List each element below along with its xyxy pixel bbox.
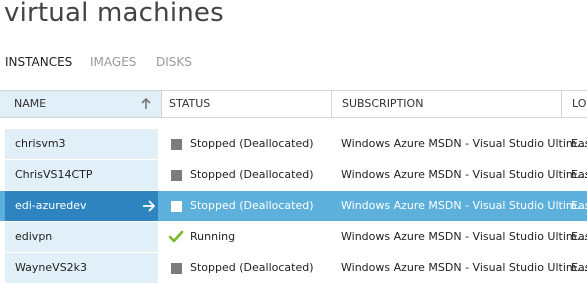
table-row[interactable]: chrisvm3 Stopped (Deallocated) Windows A… xyxy=(0,129,587,159)
vm-name: WayneVS2k3 xyxy=(5,253,158,283)
running-check-icon xyxy=(168,230,184,243)
tab-instances[interactable]: INSTANCES xyxy=(5,55,72,69)
vm-location: Eas xyxy=(571,137,587,150)
table-row[interactable]: WayneVS2k3 Stopped (Deallocated) Windows… xyxy=(0,253,587,283)
sort-ascending-icon[interactable] xyxy=(140,98,152,110)
vm-subscription: Windows Azure MSDN - Visual Studio Ultim… xyxy=(341,261,587,274)
stopped-square-icon xyxy=(171,263,182,274)
vm-name: chrisvm3 xyxy=(5,129,158,159)
vm-location: Eas xyxy=(571,168,587,181)
vm-status: Stopped (Deallocated) xyxy=(190,137,314,150)
vm-subscription: Windows Azure MSDN - Visual Studio Ultim… xyxy=(341,168,587,181)
column-header-name[interactable]: NAME xyxy=(0,91,161,117)
vm-location: Eas xyxy=(571,199,587,212)
arrow-right-icon[interactable] xyxy=(142,199,156,213)
tab-images[interactable]: IMAGES xyxy=(90,55,136,69)
table-row[interactable]: ChrisVS14CTP Stopped (Deallocated) Windo… xyxy=(0,160,587,190)
tab-disks[interactable]: DISKS xyxy=(156,55,192,69)
stopped-square-icon xyxy=(171,139,182,150)
column-header-status[interactable]: STATUS xyxy=(161,91,331,117)
vm-location: Eas xyxy=(571,261,587,274)
page-title: virtual machines xyxy=(4,0,224,28)
vm-name: ChrisVS14CTP xyxy=(5,160,158,190)
vm-subscription: Windows Azure MSDN - Visual Studio Ultim… xyxy=(341,199,587,212)
column-header-location[interactable]: LO xyxy=(561,91,587,117)
table-row-selected[interactable]: edi-azuredev Stopped (Deallocated) Windo… xyxy=(0,191,587,221)
stopped-square-icon xyxy=(171,201,182,212)
vm-name: edi-azuredev xyxy=(5,191,158,221)
vm-subscription: Windows Azure MSDN - Visual Studio Ultim… xyxy=(341,230,587,243)
table-header: NAME STATUS SUBSCRIPTION LO xyxy=(0,90,587,118)
stopped-square-icon xyxy=(171,170,182,181)
vm-location: Eas xyxy=(571,230,587,243)
vm-status: Stopped (Deallocated) xyxy=(190,168,314,181)
column-header-name-label: NAME xyxy=(14,97,47,110)
vm-status: Stopped (Deallocated) xyxy=(190,261,314,274)
table-row[interactable]: edivpn Running Windows Azure MSDN - Visu… xyxy=(0,222,587,252)
vm-status: Stopped (Deallocated) xyxy=(190,199,314,212)
column-header-subscription[interactable]: SUBSCRIPTION xyxy=(331,91,561,117)
vm-status: Running xyxy=(190,230,236,243)
vm-name-label: edi-azuredev xyxy=(15,199,87,212)
vm-subscription: Windows Azure MSDN - Visual Studio Ultim… xyxy=(341,137,587,150)
vm-name: edivpn xyxy=(5,222,158,252)
